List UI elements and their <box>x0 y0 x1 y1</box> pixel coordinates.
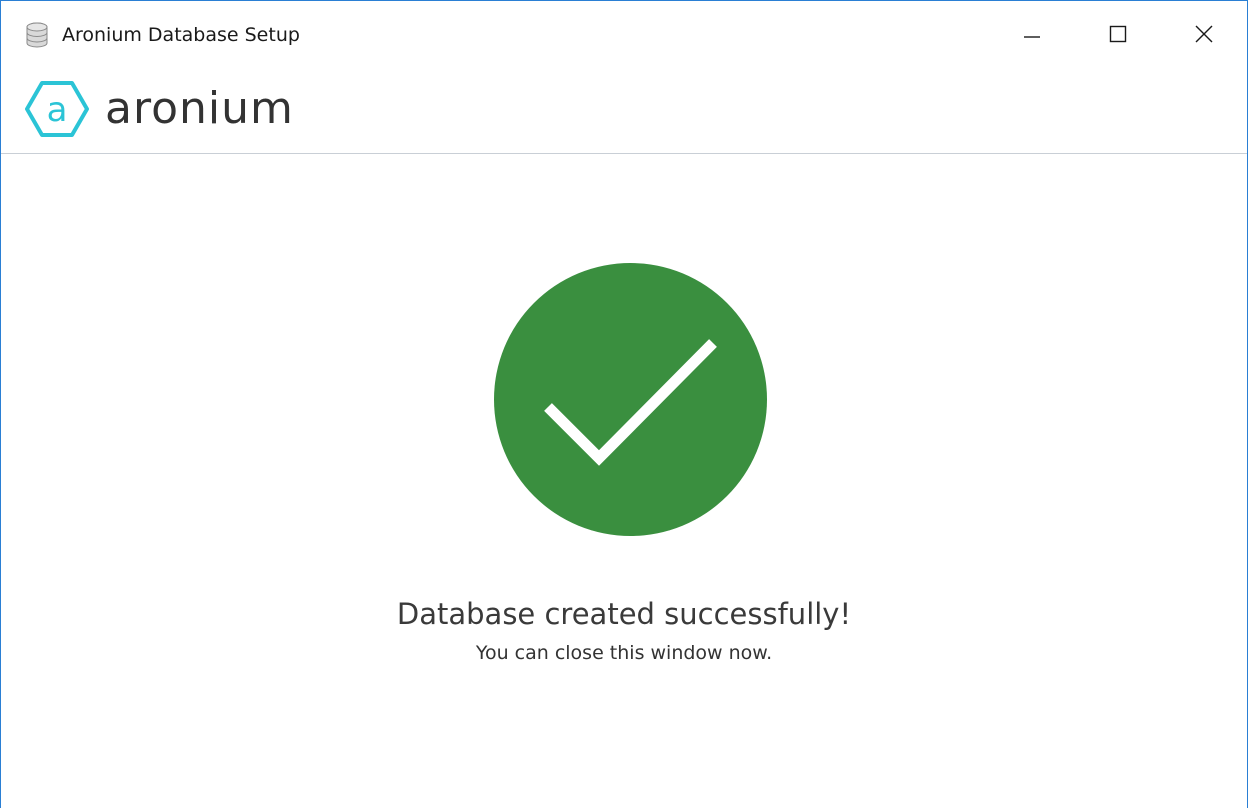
close-button[interactable] <box>1161 1 1247 67</box>
main-content: Database created successfully! You can c… <box>1 154 1247 808</box>
window-title: Aronium Database Setup <box>62 24 300 46</box>
minimize-icon <box>1024 36 1040 38</box>
maximize-icon <box>1109 25 1127 43</box>
title-bar[interactable]: Aronium Database Setup <box>1 1 1247 67</box>
logo-letter: a <box>47 90 68 130</box>
success-submessage: You can close this window now. <box>475 642 773 664</box>
brand-name: aronium <box>105 83 294 134</box>
success-message: Database created successfully! <box>396 597 852 631</box>
setup-window: Aronium Database Setup a aronium Databas… <box>0 0 1248 808</box>
maximize-button[interactable] <box>1075 1 1161 67</box>
aronium-hexagon-logo: a <box>25 81 89 137</box>
brand-header: a aronium <box>25 79 294 139</box>
checkmark-circle-icon <box>494 263 767 536</box>
close-icon <box>1195 25 1213 43</box>
minimize-button[interactable] <box>989 1 1075 67</box>
database-icon <box>26 22 48 48</box>
window-controls <box>989 1 1247 67</box>
